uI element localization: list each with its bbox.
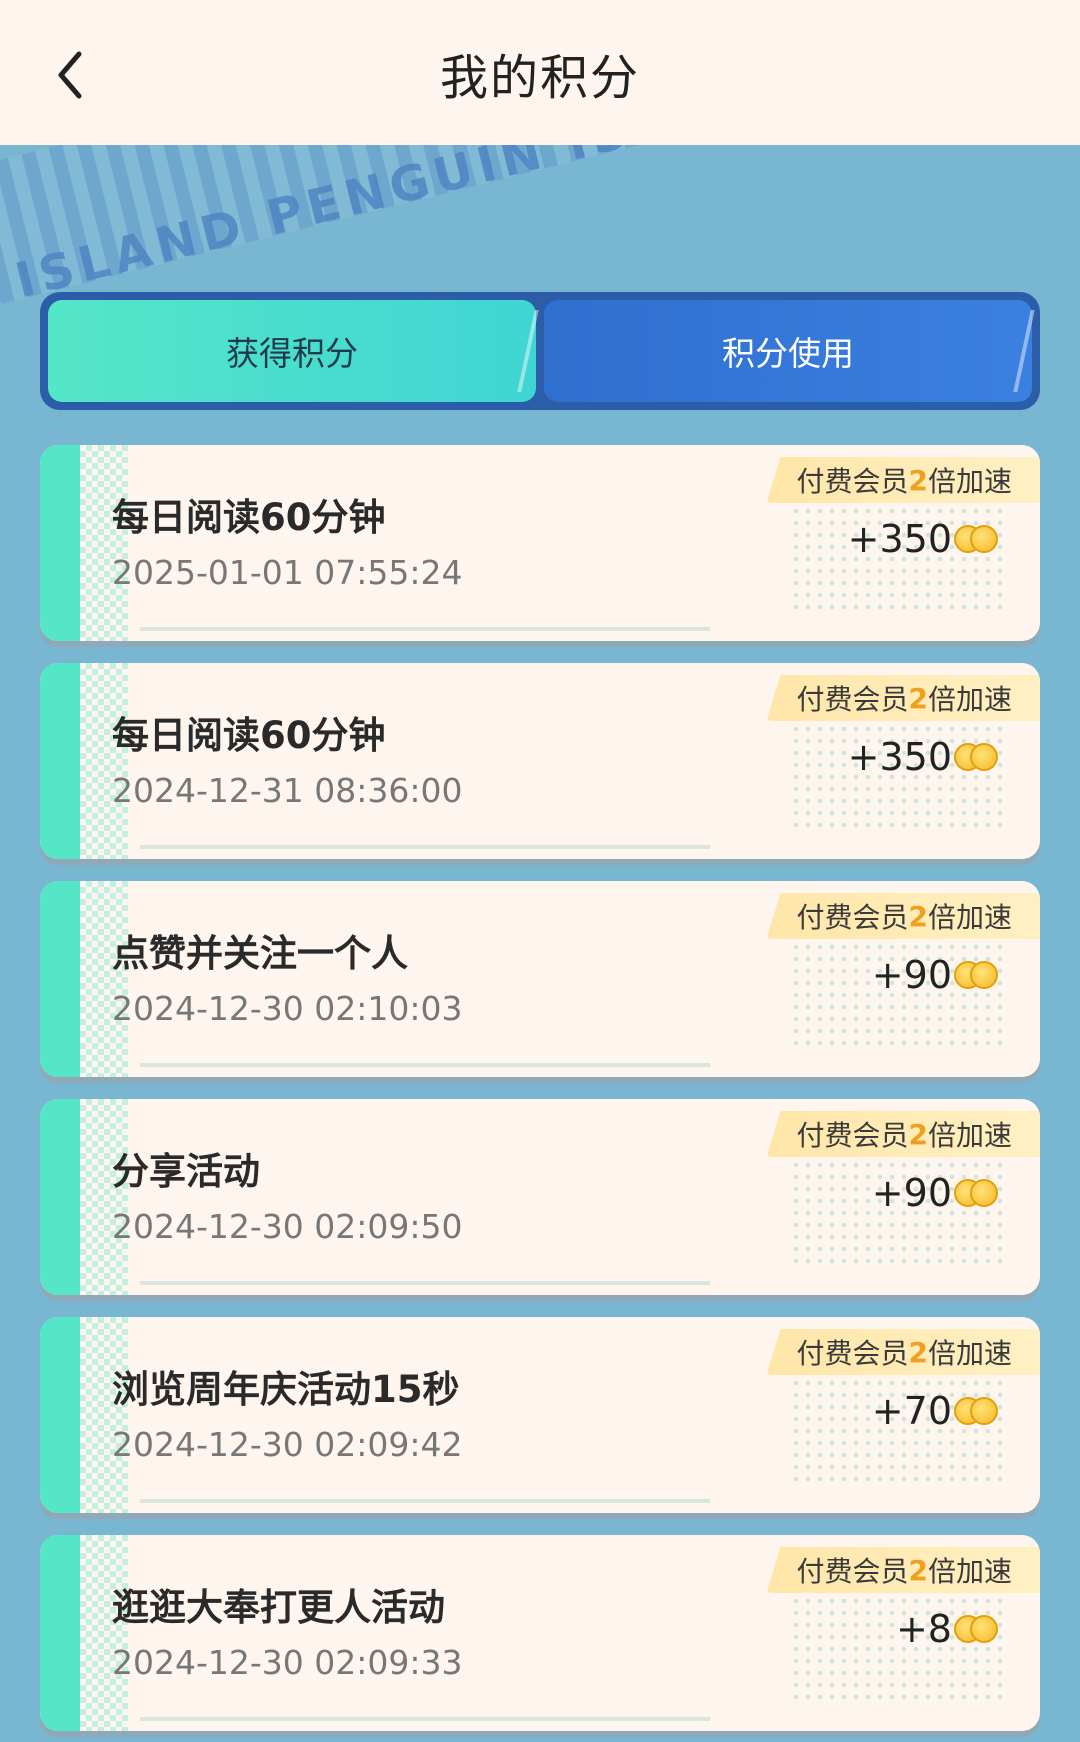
member-boost-badge: 付费会员 2 倍加速 <box>766 457 1040 503</box>
member-boost-badge: 付费会员 2 倍加速 <box>766 675 1040 721</box>
card-divider <box>140 1717 710 1721</box>
coin-icon <box>954 1395 1000 1427</box>
tab-label: 积分使用 <box>722 334 854 373</box>
card-divider <box>140 1499 710 1503</box>
coin-icon <box>954 959 1000 991</box>
card-divider <box>140 627 710 631</box>
card-pattern <box>80 1099 128 1295</box>
card-divider <box>140 1063 710 1067</box>
record-time: 2024-12-31 08:36:00 <box>112 771 463 810</box>
card-divider <box>140 845 710 849</box>
record-title: 点赞并关注一个人 <box>112 932 408 975</box>
card-stripe <box>40 1099 80 1295</box>
coin-icon <box>954 523 1000 555</box>
points-record-list: 每日阅读60分钟 2025-01-01 07:55:24 付费会员 2 倍加速 +3… <box>40 445 1040 1742</box>
record-title: 逛逛大奉打更人活动 <box>112 1586 445 1629</box>
tab-label: 获得积分 <box>226 334 358 373</box>
points-value: +90 <box>871 953 952 997</box>
member-boost-badge: 付费会员 2 倍加速 <box>766 893 1040 939</box>
record-time: 2025-01-01 07:55:24 <box>112 553 463 592</box>
tab-use-points[interactable]: 积分使用 <box>544 300 1035 402</box>
record-points: +350 <box>848 735 1000 779</box>
record-points: +90 <box>872 953 1000 997</box>
list-item[interactable]: 每日阅读60分钟 2024-12-31 08:36:00 付费会员 2 倍加速 +3… <box>40 663 1040 859</box>
card-stripe <box>40 445 80 641</box>
card-stripe <box>40 1317 80 1513</box>
top-bar: 我的积分 <box>0 0 1080 145</box>
coin-icon <box>954 741 1000 773</box>
card-stripe <box>40 881 80 1077</box>
record-time: 2024-12-30 02:09:33 <box>112 1643 463 1682</box>
tab-earn-points[interactable]: 获得积分 <box>48 300 539 402</box>
card-pattern <box>80 1317 128 1513</box>
points-value: +350 <box>847 517 952 561</box>
points-value: +90 <box>871 1171 952 1215</box>
member-boost-badge: 付费会员 2 倍加速 <box>766 1547 1040 1593</box>
card-pattern <box>80 663 128 859</box>
list-item[interactable]: 分享活动 2024-12-30 02:09:50 付费会员 2 倍加速 +90 <box>40 1099 1040 1295</box>
record-points: +8 <box>896 1607 1000 1651</box>
page-title: 我的积分 <box>439 49 640 106</box>
record-title: 每日阅读60分钟 <box>112 714 386 757</box>
list-item[interactable]: 逛逛大奉打更人活动 2024-12-30 02:09:33 付费会员 2 倍加速 +… <box>40 1535 1040 1731</box>
points-value: +8 <box>895 1607 952 1651</box>
list-item[interactable]: 浏览周年庆活动15秒 2024-12-30 02:09:42 付费会员 2 倍加速 … <box>40 1317 1040 1513</box>
record-time: 2024-12-30 02:09:42 <box>112 1425 463 1464</box>
list-item[interactable]: 点赞并关注一个人 2024-12-30 02:10:03 付费会员 2 倍加速 +9… <box>40 881 1040 1077</box>
record-time: 2024-12-30 02:10:03 <box>112 989 463 1028</box>
points-value: +350 <box>847 735 952 779</box>
record-title: 浏览周年庆活动15秒 <box>112 1368 460 1411</box>
points-value: +70 <box>871 1389 952 1433</box>
record-title: 每日阅读60分钟 <box>112 496 386 539</box>
card-stripe <box>40 663 80 859</box>
card-pattern <box>80 445 128 641</box>
card-pattern <box>80 881 128 1077</box>
tab-bar: 获得积分 积分使用 <box>40 292 1040 410</box>
card-divider <box>140 1281 710 1285</box>
record-points: +350 <box>848 517 1000 561</box>
list-item[interactable]: 每日阅读60分钟 2025-01-01 07:55:24 付费会员 2 倍加速 +3… <box>40 445 1040 641</box>
coin-icon <box>954 1613 1000 1645</box>
record-time: 2024-12-30 02:09:50 <box>112 1207 463 1246</box>
coin-icon <box>954 1177 1000 1209</box>
member-boost-badge: 付费会员 2 倍加速 <box>766 1329 1040 1375</box>
tab-arrow-decoration <box>507 310 539 392</box>
record-points: +70 <box>872 1389 1000 1433</box>
member-boost-badge: 付费会员 2 倍加速 <box>766 1111 1040 1157</box>
tab-arrow-decoration <box>1003 310 1035 392</box>
record-points: +90 <box>872 1171 1000 1215</box>
card-pattern <box>80 1535 128 1731</box>
record-title: 分享活动 <box>112 1150 260 1193</box>
card-stripe <box>40 1535 80 1731</box>
